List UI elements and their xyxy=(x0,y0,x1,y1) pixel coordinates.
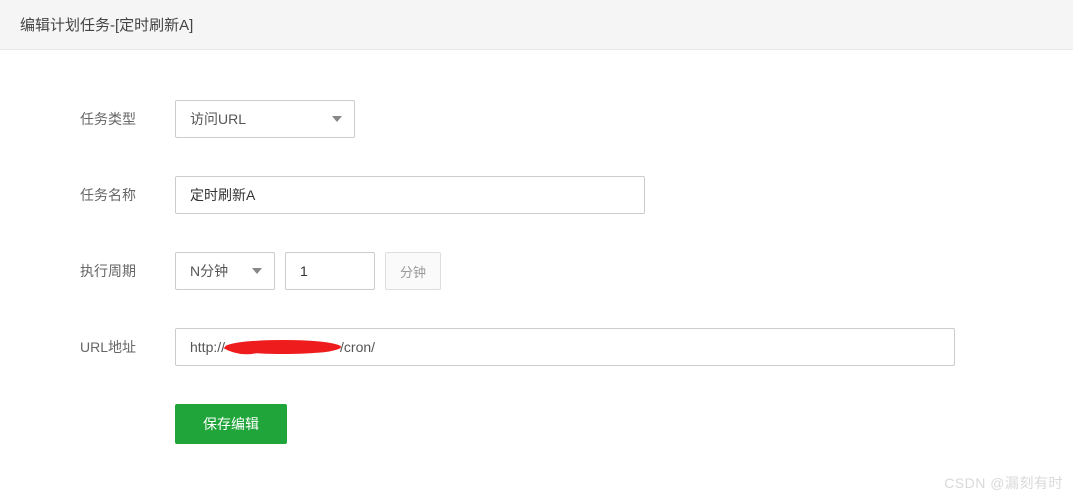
input-url[interactable]: http:// /cron/ xyxy=(175,328,955,366)
watermark: CSDN @漏刻有时 xyxy=(944,473,1063,493)
select-task-type-value: 访问URL xyxy=(190,109,246,129)
row-url: URL地址 http:// /cron/ xyxy=(0,328,1073,366)
select-cycle-value: N分钟 xyxy=(190,261,228,281)
row-task-name: 任务名称 xyxy=(0,176,1073,214)
input-task-name[interactable] xyxy=(175,176,645,214)
input-cycle-number[interactable] xyxy=(285,252,375,290)
redacted-region xyxy=(225,340,340,354)
row-cycle: 执行周期 N分钟 分钟 xyxy=(0,252,1073,290)
label-task-name: 任务名称 xyxy=(80,185,175,205)
save-button[interactable]: 保存编辑 xyxy=(175,404,287,444)
chevron-down-icon xyxy=(332,116,342,122)
label-url: URL地址 xyxy=(80,337,175,357)
form-area: 任务类型 访问URL 任务名称 执行周期 N分钟 分钟 URL地址 http:/… xyxy=(0,50,1073,444)
dialog-title: 编辑计划任务-[定时刷新A] xyxy=(20,17,193,34)
cycle-unit: 分钟 xyxy=(385,252,441,290)
url-prefix: http:// xyxy=(190,339,225,355)
row-task-type: 任务类型 访问URL xyxy=(0,100,1073,138)
label-cycle: 执行周期 xyxy=(80,261,175,281)
select-cycle[interactable]: N分钟 xyxy=(175,252,275,290)
row-submit: 保存编辑 xyxy=(0,404,1073,444)
select-task-type[interactable]: 访问URL xyxy=(175,100,355,138)
label-task-type: 任务类型 xyxy=(80,109,175,129)
chevron-down-icon xyxy=(252,268,262,274)
dialog-header: 编辑计划任务-[定时刷新A] xyxy=(0,0,1073,50)
